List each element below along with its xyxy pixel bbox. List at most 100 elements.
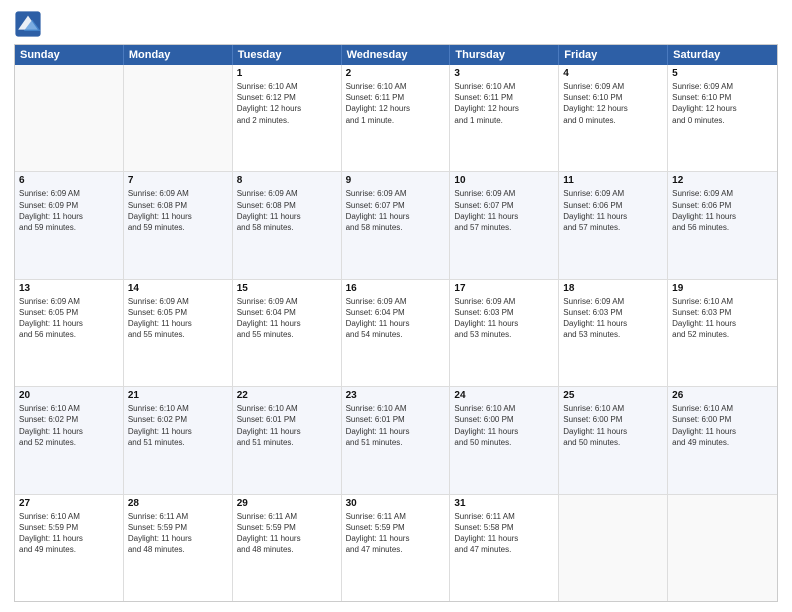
calendar-cell bbox=[559, 495, 668, 601]
day-number: 26 bbox=[672, 390, 773, 401]
page-header bbox=[14, 10, 778, 38]
calendar-cell: 21 Sunrise: 6:10 AM Sunset: 6:02 PM Dayli… bbox=[124, 387, 233, 493]
cell-info: Sunrise: 6:09 AM Sunset: 6:07 PM Dayligh… bbox=[454, 188, 554, 233]
calendar-cell: 4 Sunrise: 6:09 AM Sunset: 6:10 PM Daylig… bbox=[559, 65, 668, 171]
calendar-cell: 19 Sunrise: 6:10 AM Sunset: 6:03 PM Dayli… bbox=[668, 280, 777, 386]
cell-info: Sunrise: 6:09 AM Sunset: 6:03 PM Dayligh… bbox=[454, 296, 554, 341]
calendar-cell: 16 Sunrise: 6:09 AM Sunset: 6:04 PM Dayli… bbox=[342, 280, 451, 386]
calendar-cell bbox=[124, 65, 233, 171]
calendar-cell: 8 Sunrise: 6:09 AM Sunset: 6:08 PM Daylig… bbox=[233, 172, 342, 278]
day-number: 8 bbox=[237, 175, 337, 186]
cell-info: Sunrise: 6:11 AM Sunset: 5:59 PM Dayligh… bbox=[237, 511, 337, 556]
cell-info: Sunrise: 6:11 AM Sunset: 5:59 PM Dayligh… bbox=[346, 511, 446, 556]
day-number: 29 bbox=[237, 498, 337, 509]
day-number: 20 bbox=[19, 390, 119, 401]
day-number: 6 bbox=[19, 175, 119, 186]
calendar-cell: 28 Sunrise: 6:11 AM Sunset: 5:59 PM Dayli… bbox=[124, 495, 233, 601]
cell-info: Sunrise: 6:10 AM Sunset: 6:00 PM Dayligh… bbox=[672, 403, 773, 448]
calendar-cell: 30 Sunrise: 6:11 AM Sunset: 5:59 PM Dayli… bbox=[342, 495, 451, 601]
header-cell-thursday: Thursday bbox=[450, 45, 559, 65]
day-number: 18 bbox=[563, 283, 663, 294]
day-number: 22 bbox=[237, 390, 337, 401]
calendar-body: 1 Sunrise: 6:10 AM Sunset: 6:12 PM Daylig… bbox=[15, 65, 777, 601]
calendar-row-1: 1 Sunrise: 6:10 AM Sunset: 6:12 PM Daylig… bbox=[15, 65, 777, 171]
calendar-cell: 17 Sunrise: 6:09 AM Sunset: 6:03 PM Dayli… bbox=[450, 280, 559, 386]
day-number: 31 bbox=[454, 498, 554, 509]
day-number: 15 bbox=[237, 283, 337, 294]
day-number: 4 bbox=[563, 68, 663, 79]
day-number: 11 bbox=[563, 175, 663, 186]
cell-info: Sunrise: 6:10 AM Sunset: 6:00 PM Dayligh… bbox=[454, 403, 554, 448]
calendar-cell: 1 Sunrise: 6:10 AM Sunset: 6:12 PM Daylig… bbox=[233, 65, 342, 171]
cell-info: Sunrise: 6:10 AM Sunset: 6:11 PM Dayligh… bbox=[346, 81, 446, 126]
calendar-cell: 3 Sunrise: 6:10 AM Sunset: 6:11 PM Daylig… bbox=[450, 65, 559, 171]
day-number: 27 bbox=[19, 498, 119, 509]
header-cell-tuesday: Tuesday bbox=[233, 45, 342, 65]
cell-info: Sunrise: 6:11 AM Sunset: 5:59 PM Dayligh… bbox=[128, 511, 228, 556]
header-cell-sunday: Sunday bbox=[15, 45, 124, 65]
day-number: 30 bbox=[346, 498, 446, 509]
calendar-cell: 23 Sunrise: 6:10 AM Sunset: 6:01 PM Dayli… bbox=[342, 387, 451, 493]
cell-info: Sunrise: 6:09 AM Sunset: 6:08 PM Dayligh… bbox=[237, 188, 337, 233]
calendar-cell: 10 Sunrise: 6:09 AM Sunset: 6:07 PM Dayli… bbox=[450, 172, 559, 278]
day-number: 12 bbox=[672, 175, 773, 186]
day-number: 5 bbox=[672, 68, 773, 79]
cell-info: Sunrise: 6:10 AM Sunset: 6:02 PM Dayligh… bbox=[19, 403, 119, 448]
calendar-cell: 2 Sunrise: 6:10 AM Sunset: 6:11 PM Daylig… bbox=[342, 65, 451, 171]
cell-info: Sunrise: 6:09 AM Sunset: 6:10 PM Dayligh… bbox=[672, 81, 773, 126]
calendar-cell bbox=[15, 65, 124, 171]
day-number: 9 bbox=[346, 175, 446, 186]
day-number: 16 bbox=[346, 283, 446, 294]
calendar-cell: 31Sunrise: 6:11 AM Sunset: 5:58 PM Dayli… bbox=[450, 495, 559, 601]
cell-info: Sunrise: 6:09 AM Sunset: 6:03 PM Dayligh… bbox=[563, 296, 663, 341]
cell-info: Sunrise: 6:09 AM Sunset: 6:09 PM Dayligh… bbox=[19, 188, 119, 233]
day-number: 1 bbox=[237, 68, 337, 79]
calendar-cell: 15 Sunrise: 6:09 AM Sunset: 6:04 PM Dayli… bbox=[233, 280, 342, 386]
calendar-cell: 26 Sunrise: 6:10 AM Sunset: 6:00 PM Dayli… bbox=[668, 387, 777, 493]
calendar-row-5: 27Sunrise: 6:10 AM Sunset: 5:59 PM Dayli… bbox=[15, 494, 777, 601]
logo bbox=[14, 10, 46, 38]
calendar-cell: 24 Sunrise: 6:10 AM Sunset: 6:00 PM Dayli… bbox=[450, 387, 559, 493]
calendar-cell bbox=[668, 495, 777, 601]
calendar-cell: 14Sunrise: 6:09 AM Sunset: 6:05 PM Dayli… bbox=[124, 280, 233, 386]
calendar-cell: 20 Sunrise: 6:10 AM Sunset: 6:02 PM Dayli… bbox=[15, 387, 124, 493]
cell-info: Sunrise: 6:09 AM Sunset: 6:08 PM Dayligh… bbox=[128, 188, 228, 233]
calendar-row-4: 20 Sunrise: 6:10 AM Sunset: 6:02 PM Dayli… bbox=[15, 386, 777, 493]
cell-info: Sunrise: 6:09 AM Sunset: 6:04 PM Dayligh… bbox=[346, 296, 446, 341]
day-number: 21 bbox=[128, 390, 228, 401]
day-number: 7 bbox=[128, 175, 228, 186]
day-number: 10 bbox=[454, 175, 554, 186]
cell-info: Sunrise: 6:09 AM Sunset: 6:06 PM Dayligh… bbox=[672, 188, 773, 233]
day-number: 23 bbox=[346, 390, 446, 401]
header-cell-wednesday: Wednesday bbox=[342, 45, 451, 65]
calendar-cell: 18 Sunrise: 6:09 AM Sunset: 6:03 PM Dayli… bbox=[559, 280, 668, 386]
cell-info: Sunrise: 6:10 AM Sunset: 6:03 PM Dayligh… bbox=[672, 296, 773, 341]
cell-info: Sunrise: 6:10 AM Sunset: 6:01 PM Dayligh… bbox=[346, 403, 446, 448]
calendar-cell: 12 Sunrise: 6:09 AM Sunset: 6:06 PM Dayli… bbox=[668, 172, 777, 278]
cell-info: Sunrise: 6:09 AM Sunset: 6:10 PM Dayligh… bbox=[563, 81, 663, 126]
calendar-cell: 27Sunrise: 6:10 AM Sunset: 5:59 PM Dayli… bbox=[15, 495, 124, 601]
cell-info: Sunrise: 6:10 AM Sunset: 6:12 PM Dayligh… bbox=[237, 81, 337, 126]
calendar-cell: 6 Sunrise: 6:09 AM Sunset: 6:09 PM Daylig… bbox=[15, 172, 124, 278]
calendar-row-3: 13 Sunrise: 6:09 AM Sunset: 6:05 PM Dayli… bbox=[15, 279, 777, 386]
day-number: 3 bbox=[454, 68, 554, 79]
cell-info: Sunrise: 6:09 AM Sunset: 6:04 PM Dayligh… bbox=[237, 296, 337, 341]
cell-info: Sunrise: 6:09 AM Sunset: 6:07 PM Dayligh… bbox=[346, 188, 446, 233]
calendar-cell: 7 Sunrise: 6:09 AM Sunset: 6:08 PM Daylig… bbox=[124, 172, 233, 278]
calendar: SundayMondayTuesdayWednesdayThursdayFrid… bbox=[14, 44, 778, 602]
day-number: 17 bbox=[454, 283, 554, 294]
day-number: 19 bbox=[672, 283, 773, 294]
cell-info: Sunrise: 6:10 AM Sunset: 6:01 PM Dayligh… bbox=[237, 403, 337, 448]
day-number: 2 bbox=[346, 68, 446, 79]
header-cell-monday: Monday bbox=[124, 45, 233, 65]
day-number: 28 bbox=[128, 498, 228, 509]
day-number: 25 bbox=[563, 390, 663, 401]
calendar-cell: 25 Sunrise: 6:10 AM Sunset: 6:00 PM Dayli… bbox=[559, 387, 668, 493]
cell-info: Sunrise: 6:10 AM Sunset: 6:11 PM Dayligh… bbox=[454, 81, 554, 126]
cell-info: Sunrise: 6:10 AM Sunset: 6:02 PM Dayligh… bbox=[128, 403, 228, 448]
day-number: 24 bbox=[454, 390, 554, 401]
logo-icon bbox=[14, 10, 42, 38]
cell-info: Sunrise: 6:09 AM Sunset: 6:05 PM Dayligh… bbox=[128, 296, 228, 341]
day-number: 13 bbox=[19, 283, 119, 294]
cell-info: Sunrise: 6:10 AM Sunset: 6:00 PM Dayligh… bbox=[563, 403, 663, 448]
